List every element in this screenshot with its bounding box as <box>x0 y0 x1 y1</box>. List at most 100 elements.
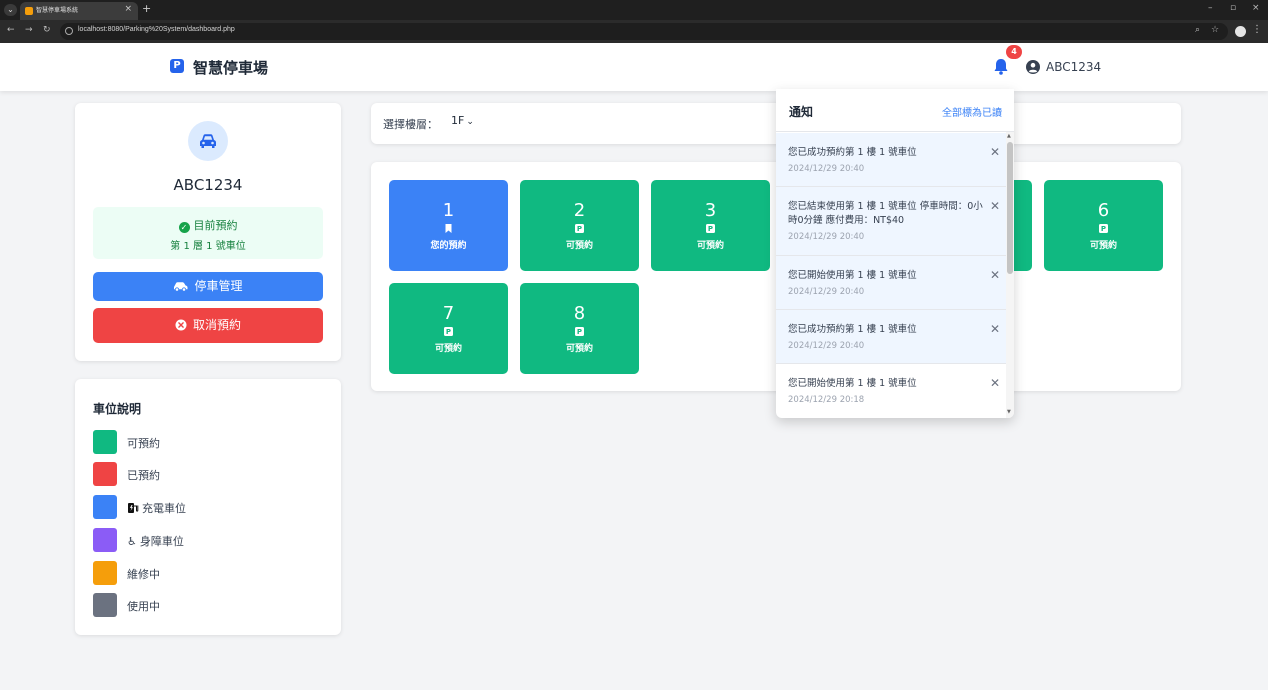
spot-status: 可預約 <box>696 241 724 251</box>
window-close-icon[interactable]: × <box>1252 3 1260 13</box>
notification-item[interactable]: 您已開始使用第 1 樓 1 號車位 2024/12/29 20:40 ✕ <box>776 256 1006 310</box>
close-icon[interactable]: ✕ <box>990 145 1000 159</box>
svg-text:P: P <box>577 225 582 233</box>
notification-item[interactable]: 您已開始使用第 1 樓 1 號車位 2024/12/29 20:18 ✕ <box>776 364 1006 418</box>
legend-label-row: ♿ 身障車位 <box>127 533 184 549</box>
user-circle-icon[interactable] <box>1026 60 1040 74</box>
wheelchair-icon: ♿ <box>127 535 137 548</box>
brand-name[interactable]: 智慧停車場 <box>193 57 268 78</box>
notification-item[interactable]: 您已成功預約第 1 樓 1 號車位 2024/12/29 20:40 ✕ <box>776 133 1006 187</box>
mark-all-read-link[interactable]: 全部標為已讀 <box>942 104 1002 119</box>
floor-select[interactable]: 1F ⌄ <box>451 114 474 127</box>
url-field[interactable]: localhost:8080/Parking%20System/dashboar… <box>60 23 1228 40</box>
restore-icon[interactable]: ▫ <box>1230 3 1236 13</box>
close-icon[interactable]: ✕ <box>990 268 1000 282</box>
chevron-down-icon: ⌄ <box>466 117 474 127</box>
notification-title: 通知 <box>789 105 814 119</box>
legend-label-row: 充電車位 <box>127 500 186 516</box>
svg-text:P: P <box>577 328 582 336</box>
car-icon <box>200 134 216 148</box>
notification-message: 您已成功預約第 1 樓 1 號車位 <box>788 324 917 335</box>
license-plate: ABC1234 <box>173 176 243 194</box>
parking-management-button[interactable]: 停車管理 <box>93 272 323 301</box>
scroll-down-icon[interactable]: ▼ <box>1007 409 1011 415</box>
forward-icon[interactable]: → <box>25 25 33 35</box>
cancel-reservation-button[interactable]: 取消預約 <box>93 308 323 343</box>
url-text: localhost:8080/Parking%20System/dashboar… <box>78 26 235 33</box>
spot-status: 可預約 <box>565 241 593 251</box>
notification-dropdown: 通知 全部標為已讀 您已成功預約第 1 樓 1 號車位 2024/12/29 2… <box>776 89 1014 418</box>
spot-number: 3 <box>704 200 717 221</box>
legend-item-accessible: ♿ 身障車位 <box>93 528 323 552</box>
browser-tab[interactable]: 智慧停車場系統 × <box>20 2 138 20</box>
avatar <box>188 121 228 161</box>
spot-number: 7 <box>442 303 455 324</box>
bell-icon[interactable] <box>993 58 1009 75</box>
tab-search-icon[interactable]: ⌄ <box>4 4 17 16</box>
legend-title: 車位說明 <box>93 402 142 416</box>
parking-icon: P <box>1099 224 1108 233</box>
tab-close-icon[interactable]: × <box>124 4 132 14</box>
zoom-icon[interactable]: ⌕ <box>1195 25 1200 35</box>
svg-text:P: P <box>1101 225 1106 233</box>
spot-status: 您的預約 <box>430 241 467 251</box>
parking-icon: P <box>444 327 453 336</box>
legend-item-charging: 充電車位 <box>93 495 323 519</box>
browser-profile-icon[interactable] <box>1235 26 1246 37</box>
reservation-title: 目前預約 <box>193 219 238 232</box>
notification-time: 2024/12/29 20:40 <box>788 287 865 297</box>
close-icon[interactable]: ✕ <box>990 199 1000 213</box>
legend-item-occupied: 使用中 <box>93 593 323 617</box>
legend-swatch <box>93 561 117 585</box>
car-side-icon <box>174 282 188 292</box>
parking-spot-6[interactable]: 6 P 可預約 <box>1044 180 1163 271</box>
minimize-icon[interactable]: – <box>1208 3 1213 13</box>
floor-value: 1F <box>451 114 465 127</box>
username[interactable]: ABC1234 <box>1046 60 1101 74</box>
notification-count-badge: 4 <box>1006 45 1022 59</box>
check-circle-icon: ✓ <box>178 222 190 233</box>
notification-item[interactable]: 您已成功預約第 1 樓 1 號車位 2024/12/29 20:40 ✕ <box>776 310 1006 364</box>
floor-label: 選擇樓層： <box>383 118 438 131</box>
notification-time: 2024/12/29 20:40 <box>788 164 865 174</box>
close-icon[interactable]: ✕ <box>990 376 1000 390</box>
parking-spot-8[interactable]: 8 P 可預約 <box>520 283 639 374</box>
reload-icon[interactable]: ↻ <box>43 25 51 35</box>
legend-label-text: 身障車位 <box>139 535 184 548</box>
x-circle-icon <box>175 319 187 331</box>
browser-menu-icon[interactable]: ⋮ <box>1252 24 1262 35</box>
spot-number: 8 <box>573 303 586 324</box>
new-tab-icon[interactable]: + <box>142 2 151 15</box>
bookmark-star-icon[interactable]: ☆ <box>1211 25 1219 35</box>
notification-message: 您已成功預約第 1 樓 1 號車位 <box>788 147 917 158</box>
legend-swatch <box>93 430 117 454</box>
legend-swatch <box>93 495 117 519</box>
notification-item[interactable]: 您已結束使用第 1 樓 1 號車位 停車時間：0小時0分鐘 應付費用：NT$40… <box>776 187 1006 256</box>
notification-scrollbar[interactable]: ▲ ▼ <box>1006 132 1014 418</box>
site-info-icon[interactable] <box>65 27 73 35</box>
legend-label-text: 充電車位 <box>142 502 186 515</box>
legend-swatch <box>93 462 117 486</box>
scroll-up-icon[interactable]: ▲ <box>1007 133 1011 139</box>
legend-label: 維修中 <box>127 568 160 581</box>
svg-text:P: P <box>446 328 451 336</box>
legend-card: 車位說明 可預約 已預約 充電車位 ♿ 身障車位 維修中 使用中 <box>75 379 341 635</box>
parking-icon: P <box>575 327 584 336</box>
bookmark-icon <box>445 224 452 233</box>
spot-number: 2 <box>573 200 586 221</box>
parking-spot-3[interactable]: 3 P 可預約 <box>651 180 770 271</box>
parking-spot-2[interactable]: 2 P 可預約 <box>520 180 639 271</box>
ev-charger-icon <box>128 503 139 513</box>
spot-status: 可預約 <box>565 344 593 354</box>
parking-management-label: 停車管理 <box>194 279 243 293</box>
parking-spot-7[interactable]: 7 P 可預約 <box>389 283 508 374</box>
back-icon[interactable]: ← <box>7 25 15 35</box>
spot-status: 可預約 <box>434 344 462 354</box>
close-icon[interactable]: ✕ <box>990 322 1000 336</box>
spot-number: 6 <box>1097 200 1110 221</box>
parking-spot-1[interactable]: 1 您的預約 <box>389 180 508 271</box>
notification-time: 2024/12/29 20:40 <box>788 232 865 242</box>
svg-text:P: P <box>708 225 713 233</box>
scrollbar-thumb[interactable] <box>1007 142 1013 274</box>
parking-icon: P <box>706 224 715 233</box>
